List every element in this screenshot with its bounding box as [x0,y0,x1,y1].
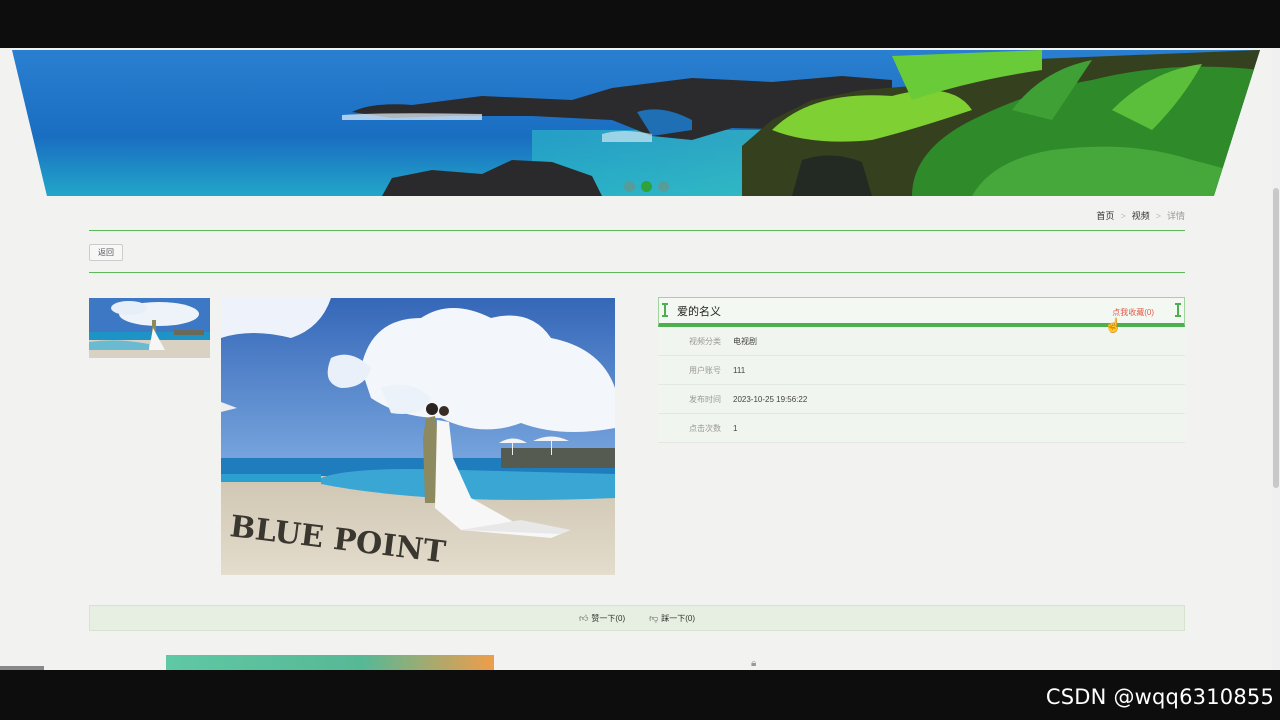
breadcrumb: 首页 > 视频 > 详情 [1096,209,1185,222]
banner-carousel[interactable] [12,50,1260,196]
detail-value: 电视剧 [733,336,757,346]
detail-panel: 爱的名义 点我收藏(0) ☝ 视频分类 电视剧 用户账号 111 发布时间 20… [658,297,1185,443]
thumbs-down-icon: 👎︎ [649,612,659,623]
breadcrumb-separator: > [1120,210,1126,221]
detail-row: 发布时间 2023-10-25 19:56:22 [658,385,1185,414]
back-button[interactable]: 返回 [89,244,123,261]
page-viewport: 首页 > 视频 > 详情 返回 BLUE POINT 爱的名义 点我收藏(0) … [0,48,1280,670]
scrollbar-thumb[interactable] [1273,188,1279,488]
gallery-thumbnail[interactable] [89,298,210,358]
carousel-dot[interactable] [624,181,635,192]
watermark: CSDN @wqq6310855 [1045,685,1274,709]
detail-value: 2023-10-25 19:56:22 [733,394,808,404]
banner-image [12,50,1260,196]
detail-label: 点击次数 [689,423,721,433]
main-photo: BLUE POINT [221,298,615,575]
breadcrumb-home-link[interactable]: 首页 [1096,209,1114,222]
detail-row: 用户账号 111 [658,356,1185,385]
divider [89,272,1185,273]
like-label: 赞一下(0) [591,613,626,623]
detail-value: 1 [733,423,738,433]
breadcrumb-separator: > [1155,210,1161,221]
detail-label: 用户账号 [689,365,721,375]
video-title: 爱的名义 [677,305,721,318]
detail-label: 视频分类 [689,336,721,346]
divider [89,230,1185,231]
like-button[interactable]: 👍︎ 赞一下(0) [579,613,625,624]
thumbs-up-icon: 👍︎ [578,612,589,623]
title-bar: 爱的名义 点我收藏(0) ☝ [658,297,1185,333]
carousel-dot[interactable] [658,181,669,192]
divider [0,666,44,670]
vertical-scrollbar[interactable] [1272,48,1280,670]
carousel-dot-active[interactable] [641,181,652,192]
lock-icon: 🔒︎ [751,658,757,669]
dislike-button[interactable]: 👎︎ 踩一下(0) [649,613,695,624]
detail-value: 111 [733,365,746,375]
dislike-label: 踩一下(0) [661,613,696,623]
video-player-preview[interactable] [166,655,494,670]
breadcrumb-current: 详情 [1166,211,1185,221]
detail-label: 发布时间 [689,394,721,404]
vote-bar: 👍︎ 赞一下(0) 👎︎ 踩一下(0) [89,605,1185,631]
carousel-dots [624,181,669,192]
title-ornament-icon [1175,303,1181,317]
hand-pointer-icon: ☝ [1104,317,1122,333]
detail-row: 点击次数 1 [658,414,1185,443]
breadcrumb-section-link[interactable]: 视频 [1132,209,1150,222]
title-ornament-icon [662,303,668,317]
